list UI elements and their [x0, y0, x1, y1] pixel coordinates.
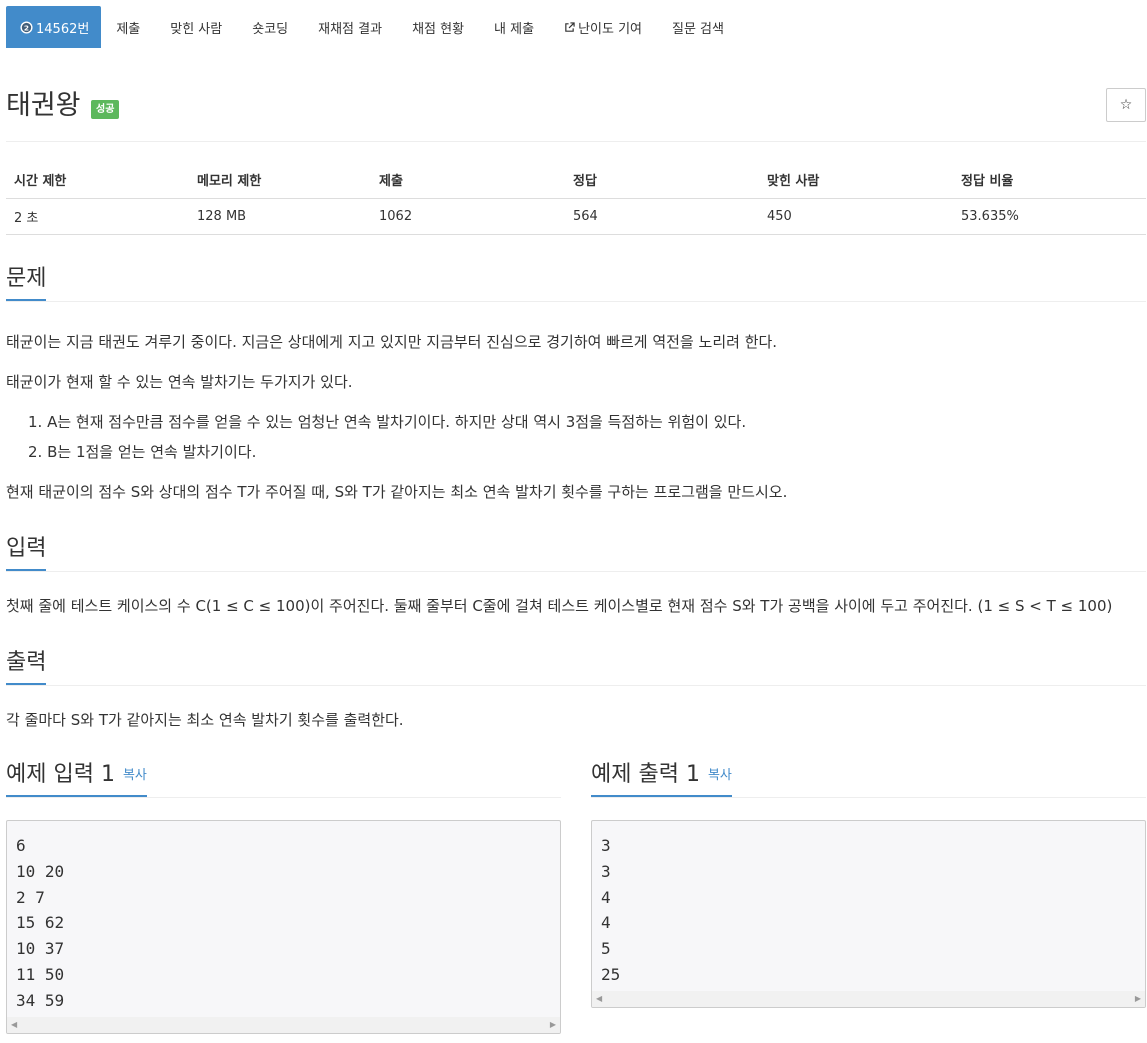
header-submissions: 제출	[371, 162, 565, 199]
header-time-limit: 시간 제한	[6, 162, 189, 199]
tab-solvers[interactable]: 맞힌 사람	[155, 6, 237, 48]
sample-output-content: 3 3 4 4 5 25	[601, 836, 621, 984]
tab-rejudge[interactable]: 재채점 결과	[303, 6, 397, 48]
header-ratio: 정답 비율	[953, 162, 1146, 199]
title-row: 태권왕 성공 ☆	[6, 86, 1146, 142]
sample-output-title: 예제 출력 1	[591, 762, 700, 787]
tab-rejudge-label: 재채점 결과	[318, 21, 383, 37]
description-paragraph-2: 태균이가 현재 할 수 있는 연속 발차기는 두가지가 있다.	[6, 373, 353, 391]
copy-sample-output-button[interactable]: 복사	[708, 768, 732, 783]
tab-problem-label: 14562번	[36, 21, 90, 37]
value-submissions: 1062	[371, 198, 565, 235]
input-heading: 입력	[6, 534, 47, 571]
list-item: 1. A는 현재 점수만큼 점수를 얻을 수 있는 엄청난 연속 발차기이다. …	[28, 413, 747, 431]
problem-title: 태권왕	[6, 90, 81, 121]
sample-input-title: 예제 입력 1	[6, 762, 115, 787]
tab-my-submissions-label: 내 제출	[494, 21, 535, 37]
sample-input-box[interactable]: 6 10 20 2 7 15 62 10 37 11 50 34 59 ◀ ▶	[6, 820, 561, 1034]
tab-difficulty-label: 난이도 기여	[578, 21, 642, 37]
external-link-icon	[565, 21, 575, 32]
value-memory-limit: 128 MB	[189, 198, 371, 235]
tab-short-coding-label: 숏코딩	[252, 21, 289, 37]
sample-output-heading: 예제 출력 1 복사	[591, 760, 732, 797]
tab-problem[interactable]: 2 14562번	[6, 6, 102, 48]
sample-input-heading: 예제 입력 1 복사	[6, 760, 147, 797]
problem-nav: 2 14562번 제출 맞힌 사람 숏코딩 재채점 결과 채점 현황 내 제출 …	[6, 6, 739, 48]
value-solvers: 450	[759, 198, 953, 235]
horizontal-scrollbar[interactable]: ◀ ▶	[592, 991, 1145, 1007]
sample-output-head: 예제 출력 1 복사	[591, 760, 1146, 798]
tier-icon: 2	[20, 20, 33, 34]
tab-short-coding[interactable]: 숏코딩	[237, 6, 303, 48]
scroll-right-icon[interactable]: ▶	[550, 1020, 556, 1029]
tab-submit-label: 제출	[116, 21, 141, 37]
tab-status-label: 채점 현황	[412, 21, 465, 37]
scroll-left-icon[interactable]: ◀	[596, 994, 602, 1003]
sample-input-content: 6 10 20 2 7 15 62 10 37 11 50 34 59	[16, 836, 65, 1010]
horizontal-scrollbar[interactable]: ◀ ▶	[7, 1017, 560, 1033]
output-section-head: 출력	[6, 648, 1146, 686]
description-paragraph-3: 현재 태균이의 점수 S와 상대의 점수 T가 주어질 때, S와 T가 같아지…	[6, 483, 788, 501]
output-heading: 출력	[6, 648, 47, 685]
sample-output-box[interactable]: 3 3 4 4 5 25 ◀ ▶	[591, 820, 1146, 1008]
value-time-limit: 2 초	[6, 198, 189, 235]
input-section-head: 입력	[6, 534, 1146, 572]
tab-status[interactable]: 채점 현황	[397, 6, 479, 48]
tab-solvers-label: 맞힌 사람	[170, 21, 223, 37]
status-badge: 성공	[91, 100, 120, 119]
description-section-head: 문제	[6, 264, 1146, 302]
input-description: 첫째 줄에 테스트 케이스의 수 C(1 ≤ C ≤ 100)이 주어진다. 둘…	[6, 597, 1113, 615]
header-memory-limit: 메모리 제한	[189, 162, 371, 199]
tab-my-submissions[interactable]: 내 제출	[479, 6, 549, 48]
value-accepted: 564	[565, 198, 759, 235]
tab-submit[interactable]: 제출	[101, 6, 155, 48]
problem-info-table: 시간 제한 메모리 제한 제출 정답 맞힌 사람 정답 비율 2 초 128 M…	[6, 162, 1146, 235]
favorite-button[interactable]: ☆	[1106, 88, 1146, 122]
sample-input-head: 예제 입력 1 복사	[6, 760, 561, 798]
header-solvers: 맞힌 사람	[759, 162, 953, 199]
tab-questions-label: 질문 검색	[672, 21, 724, 37]
list-item: 2. B는 1점을 얻는 연속 발차기이다.	[28, 443, 257, 461]
table-header-row: 시간 제한 메모리 제한 제출 정답 맞힌 사람 정답 비율	[6, 162, 1146, 199]
star-icon: ☆	[1119, 97, 1133, 113]
output-description: 각 줄마다 S와 T가 같아지는 최소 연속 발차기 횟수를 출력한다.	[6, 711, 404, 729]
value-ratio: 53.635%	[953, 198, 1146, 235]
table-row: 2 초 128 MB 1062 564 450 53.635%	[6, 198, 1146, 235]
header-accepted: 정답	[565, 162, 759, 199]
scroll-right-icon[interactable]: ▶	[1135, 994, 1141, 1003]
description-heading: 문제	[6, 264, 47, 301]
copy-sample-input-button[interactable]: 복사	[123, 768, 147, 783]
tab-questions[interactable]: 질문 검색	[657, 6, 739, 48]
description-paragraph-1: 태균이는 지금 태권도 겨루기 중이다. 지금은 상대에게 지고 있지만 지금부…	[6, 333, 778, 351]
svg-text:2: 2	[24, 23, 29, 32]
scroll-left-icon[interactable]: ◀	[11, 1020, 17, 1029]
tab-difficulty[interactable]: 난이도 기여	[549, 6, 657, 48]
